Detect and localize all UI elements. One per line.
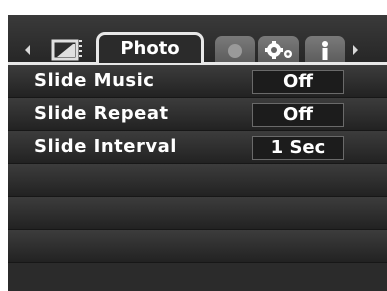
menu-item-label: Slide Interval bbox=[34, 136, 177, 157]
menu-item-value[interactable]: Off bbox=[252, 103, 344, 127]
settings-gears-icon bbox=[265, 41, 292, 59]
record-icon bbox=[228, 44, 242, 58]
tab-playback[interactable] bbox=[51, 37, 89, 61]
playback-mode-icon bbox=[51, 39, 82, 61]
menu-empty-row bbox=[8, 197, 387, 230]
tab-photo[interactable]: Photo bbox=[96, 32, 204, 63]
menu-item-label: Slide Music bbox=[34, 70, 155, 91]
menu-item-label: Slide Repeat bbox=[34, 103, 169, 124]
info-icon bbox=[322, 41, 328, 60]
menu-item-slide-interval[interactable]: Slide Interval 1 Sec bbox=[8, 131, 387, 164]
menu-item-value[interactable]: Off bbox=[252, 70, 344, 94]
tab-left-arrow-icon[interactable] bbox=[25, 45, 30, 55]
menu-list: Slide Music Off Slide Repeat Off Slide I… bbox=[8, 65, 387, 263]
menu-empty-row bbox=[8, 230, 387, 263]
tab-settings[interactable] bbox=[258, 36, 299, 63]
menu-empty-row bbox=[8, 164, 387, 197]
menu-item-slide-music[interactable]: Slide Music Off bbox=[8, 65, 387, 98]
menu-tab-bar: Photo bbox=[8, 15, 387, 64]
camera-menu-screen: Photo Slide Music Off Slide Repeat Off S… bbox=[8, 15, 387, 291]
menu-item-value[interactable]: 1 Sec bbox=[252, 136, 344, 160]
menu-item-slide-repeat[interactable]: Slide Repeat Off bbox=[8, 98, 387, 131]
tab-info[interactable] bbox=[305, 36, 345, 63]
tab-right-arrow-icon[interactable] bbox=[353, 45, 358, 55]
tab-photo-label: Photo bbox=[120, 38, 180, 59]
tab-record[interactable] bbox=[215, 36, 255, 63]
